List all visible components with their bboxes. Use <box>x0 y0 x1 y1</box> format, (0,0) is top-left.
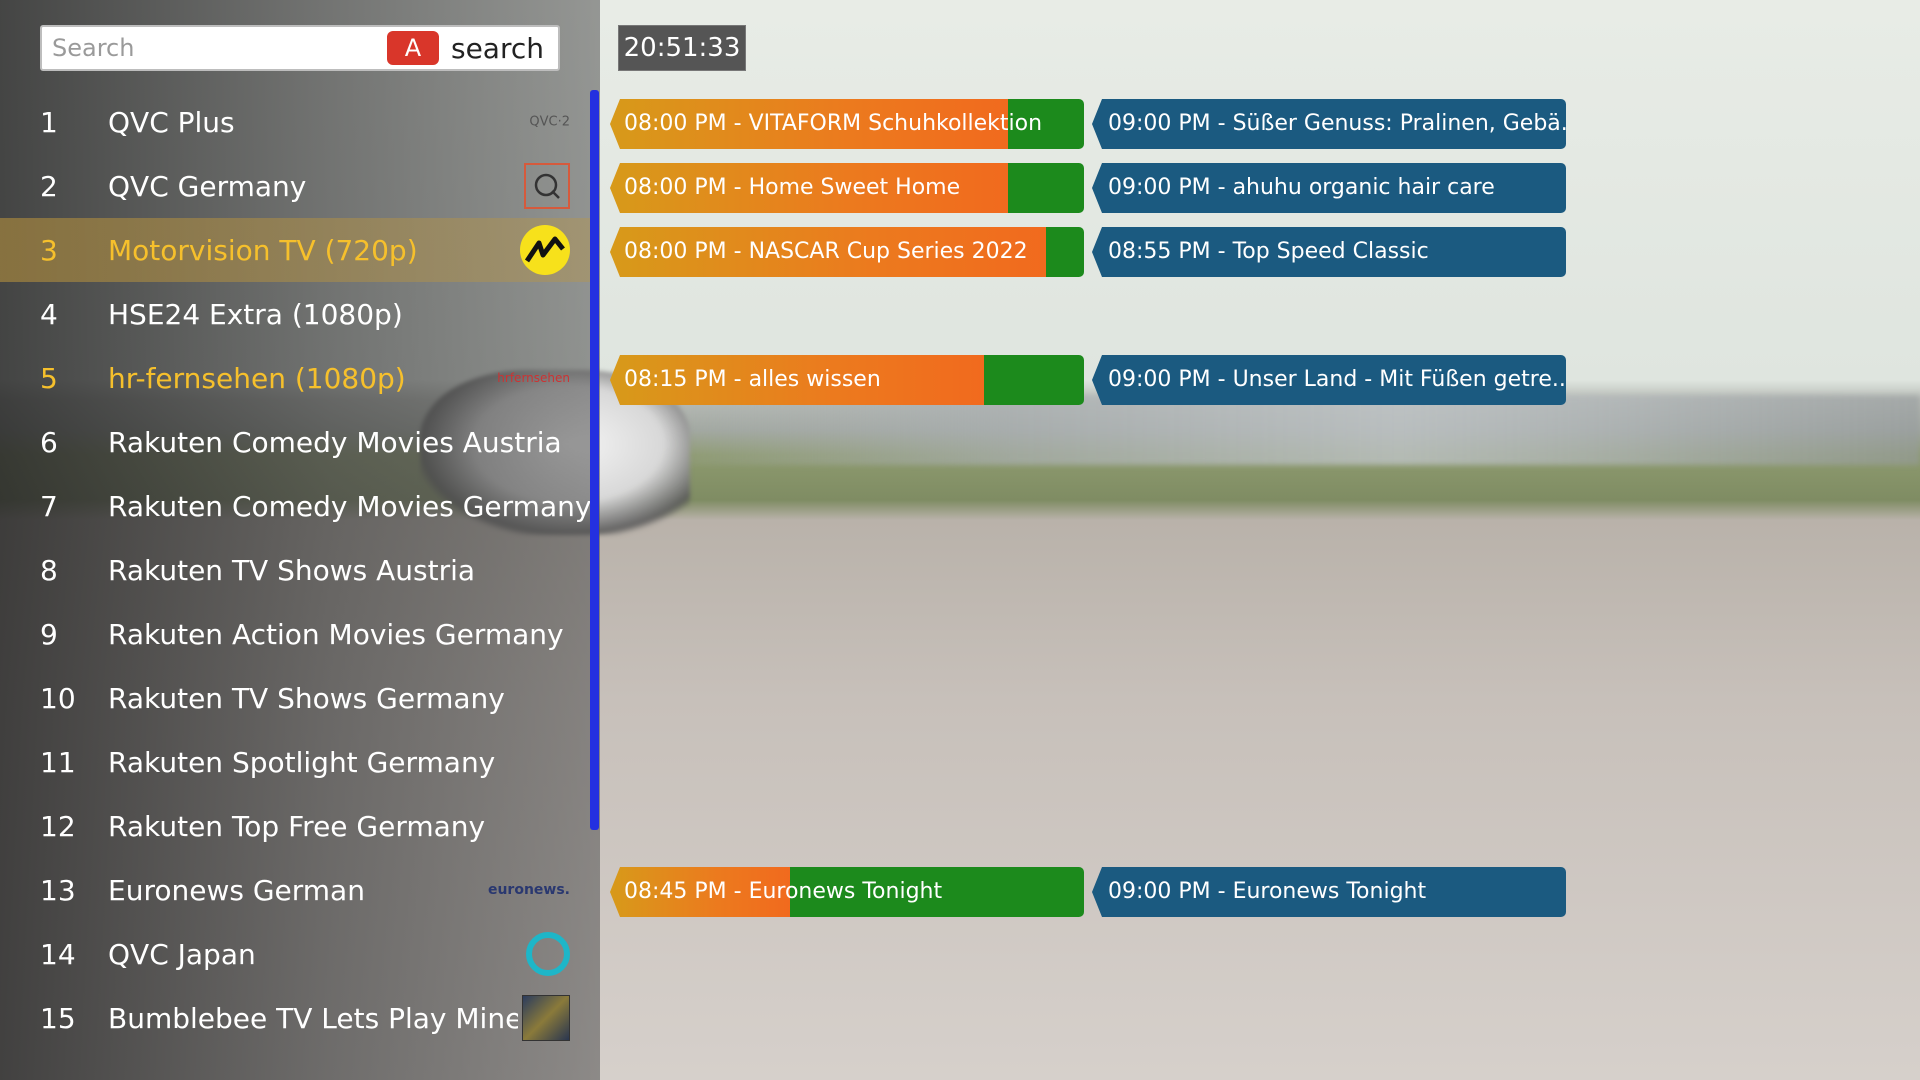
search-button[interactable]: search <box>451 32 544 65</box>
channel-row-4[interactable]: 4 HSE24 Extra (1080p) <box>0 282 590 346</box>
channel-number: 8 <box>40 553 58 587</box>
epg-row-channel-2: 08:00 PM - Home Sweet Home 09:00 PM - ah… <box>610 163 1570 213</box>
qvc-logo <box>524 163 570 209</box>
channel-number: 1 <box>40 105 58 139</box>
current-program-title: 08:00 PM - VITAFORM Schuhkollektion <box>624 111 1043 136</box>
channel-number: 10 <box>40 681 76 715</box>
next-program[interactable]: 08:55 PM - Top Speed Classic <box>1092 227 1566 277</box>
channel-number: 12 <box>40 809 76 843</box>
qvc-2-logo: QVC·2 <box>529 115 570 130</box>
current-program-title: 08:00 PM - NASCAR Cup Series 2022 <box>624 239 1028 264</box>
channel-row-9[interactable]: 9 Rakuten Action Movies Germany <box>0 602 590 666</box>
current-program[interactable]: 08:45 PM - Euronews Tonight <box>610 867 1084 917</box>
channel-list: 1 QVC Plus QVC·2 2 QVC Germany 3 Motorvi… <box>0 90 590 1050</box>
channel-row-6[interactable]: 6 Rakuten Comedy Movies Austria <box>0 410 590 474</box>
next-program[interactable]: 09:00 PM - Unser Land - Mit Füßen getre.… <box>1092 355 1566 405</box>
channel-number: 5 <box>40 361 58 395</box>
hr-fernsehen-logo-text: hrfernsehen <box>497 371 570 385</box>
channel-number: 13 <box>40 873 76 907</box>
video-background-buildings <box>620 395 1920 465</box>
channel-name: Rakuten Comedy Movies Austria <box>108 425 562 459</box>
channel-row-7[interactable]: 7 Rakuten Comedy Movies Germany <box>0 474 590 538</box>
current-program[interactable]: 08:15 PM - alles wissen <box>610 355 1084 405</box>
search-box[interactable]: A search <box>40 25 560 71</box>
next-program[interactable]: 09:00 PM - Euronews Tonight <box>1092 867 1566 917</box>
channel-name: QVC Germany <box>108 169 307 203</box>
channel-name: HSE24 Extra (1080p) <box>108 297 403 331</box>
qvc-japan-logo <box>526 932 570 976</box>
search-key-badge[interactable]: A <box>386 31 439 65</box>
motorvision-logo <box>520 225 570 275</box>
channel-row-1[interactable]: 1 QVC Plus QVC·2 <box>0 90 590 154</box>
search-input[interactable] <box>42 27 387 69</box>
current-program[interactable]: 08:00 PM - NASCAR Cup Series 2022 <box>610 227 1084 277</box>
channel-row-15[interactable]: 15 Bumblebee TV Lets Play Mine... <box>0 986 590 1050</box>
channel-number: 3 <box>40 233 58 267</box>
euronews-logo-text: euronews. <box>487 882 570 898</box>
current-program-title: 08:45 PM - Euronews Tonight <box>624 879 943 904</box>
channel-name: QVC Plus <box>108 105 235 139</box>
channel-number: 7 <box>40 489 58 523</box>
current-program[interactable]: 08:00 PM - VITAFORM Schuhkollektion <box>610 99 1084 149</box>
euronews-logo: euronews. <box>488 882 570 898</box>
channel-number: 4 <box>40 297 58 331</box>
channel-list-scrollbar[interactable] <box>590 90 599 830</box>
epg-row-channel-1: 08:00 PM - VITAFORM Schuhkollektion 09:0… <box>610 99 1570 149</box>
hr-fernsehen-logo: hrfernsehen <box>497 371 570 385</box>
channel-row-13[interactable]: 13 Euronews German euronews. <box>0 858 590 922</box>
channel-name: Rakuten Top Free Germany <box>108 809 486 843</box>
channel-name: Bumblebee TV Lets Play Mine... <box>108 1001 518 1035</box>
epg-row-channel-13: 08:45 PM - Euronews Tonight 09:00 PM - E… <box>610 867 1570 917</box>
channel-number: 2 <box>40 169 58 203</box>
qvc-2-logo-text: QVC·2 <box>529 114 570 130</box>
next-program[interactable]: 09:00 PM - ahuhu organic hair care <box>1092 163 1566 213</box>
current-program[interactable]: 08:00 PM - Home Sweet Home <box>610 163 1084 213</box>
current-program-title: 08:00 PM - Home Sweet Home <box>624 175 961 200</box>
channel-name: Rakuten Spotlight Germany <box>108 745 496 779</box>
channel-row-10[interactable]: 10 Rakuten TV Shows Germany <box>0 666 590 730</box>
channel-row-8[interactable]: 8 Rakuten TV Shows Austria <box>0 538 590 602</box>
channel-row-3[interactable]: 3 Motorvision TV (720p) <box>0 218 590 282</box>
epg-row-channel-3: 08:00 PM - NASCAR Cup Series 2022 08:55 … <box>610 227 1570 277</box>
channel-row-14[interactable]: 14 QVC Japan <box>0 922 590 986</box>
channel-row-12[interactable]: 12 Rakuten Top Free Germany <box>0 794 590 858</box>
current-program-title: 08:15 PM - alles wissen <box>624 367 881 392</box>
channel-name: Rakuten Action Movies Germany <box>108 617 564 651</box>
epg-row-channel-5: 08:15 PM - alles wissen 09:00 PM - Unser… <box>610 355 1570 405</box>
channel-number: 11 <box>40 745 76 779</box>
channel-name: Rakuten TV Shows Germany <box>108 681 505 715</box>
channel-row-11[interactable]: 11 Rakuten Spotlight Germany <box>0 730 590 794</box>
channel-number: 14 <box>40 937 76 971</box>
channel-number: 6 <box>40 425 58 459</box>
bumblebee-logo <box>522 995 570 1041</box>
next-program[interactable]: 09:00 PM - Süßer Genuss: Pralinen, Gebä.… <box>1092 99 1566 149</box>
channel-name: QVC Japan <box>108 937 256 971</box>
clock: 20:51:33 <box>618 25 746 71</box>
channel-number: 9 <box>40 617 58 651</box>
channel-row-2[interactable]: 2 QVC Germany <box>0 154 590 218</box>
channel-name: Rakuten TV Shows Austria <box>108 553 476 587</box>
channel-number: 15 <box>40 1001 76 1035</box>
channel-name: Rakuten Comedy Movies Germany <box>108 489 590 523</box>
channel-row-5[interactable]: 5 hr-fernsehen (1080p) hrfernsehen <box>0 346 590 410</box>
channel-sidebar: A search 1 QVC Plus QVC·2 2 QVC Germany … <box>0 0 600 1080</box>
channel-name: Motorvision TV (720p) <box>108 233 418 267</box>
